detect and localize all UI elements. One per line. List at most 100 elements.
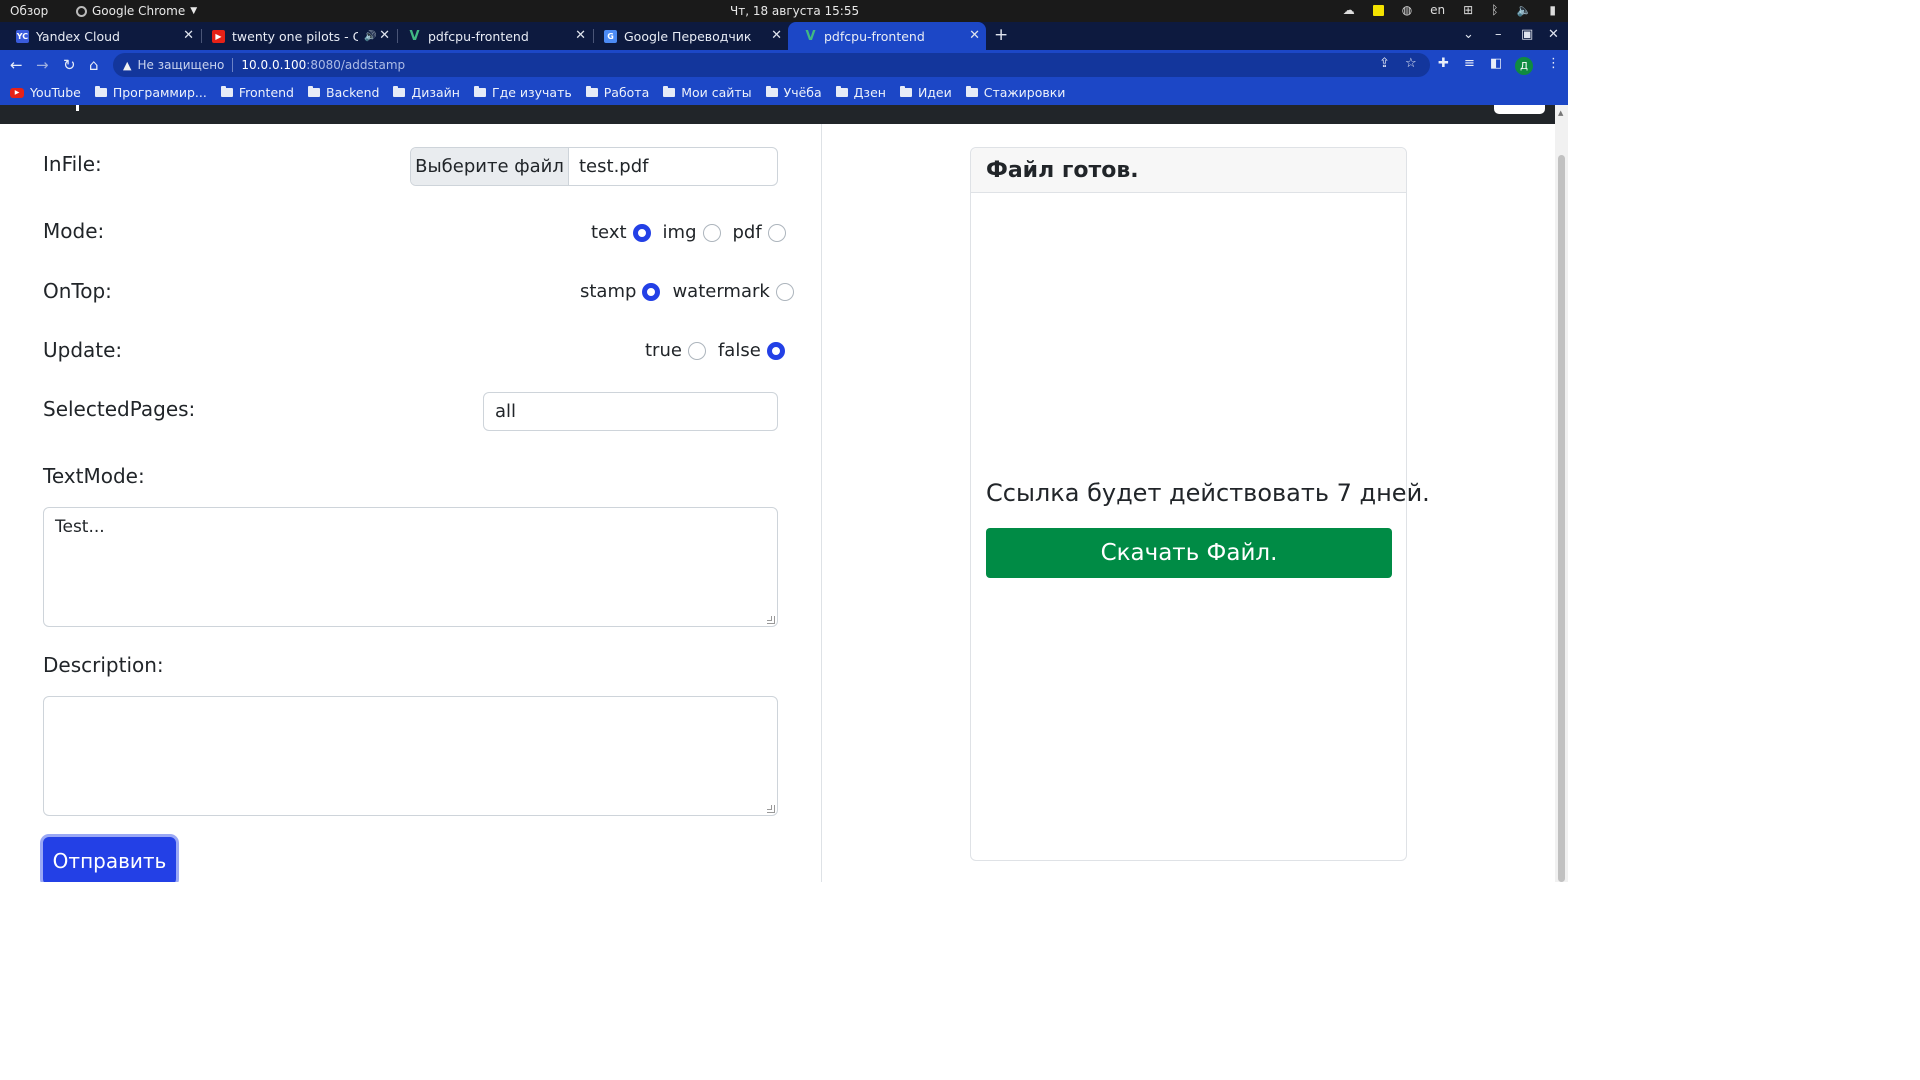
restore-icon[interactable]: ▣ [1521, 27, 1533, 42]
youtube-icon: ▶ [212, 29, 225, 43]
clock[interactable]: Чт, 18 августа 15:55 [730, 4, 859, 18]
radio-button-checked[interactable] [766, 341, 785, 360]
tab-search-icon[interactable]: ⌄ [1463, 27, 1474, 42]
update-option-true[interactable]: true [645, 340, 706, 361]
caret-down-icon: ▼ [190, 6, 198, 16]
mode-option-pdf[interactable]: pdf [733, 222, 786, 243]
close-icon[interactable]: ✕ [771, 28, 782, 43]
submit-button[interactable]: Отправить [43, 837, 176, 882]
url-path: :8080/addstamp [306, 58, 406, 72]
radio-button[interactable] [702, 223, 721, 242]
bookmark-folder[interactable]: Идеи [899, 85, 952, 100]
close-icon[interactable]: ✕ [969, 28, 980, 43]
tab-title: Yandex Cloud [36, 28, 120, 44]
bookmark-folder[interactable]: Учёба [765, 85, 822, 100]
radio-button-checked[interactable] [632, 223, 651, 242]
bookmark-folder[interactable]: Работа [585, 85, 649, 100]
tab-pdfcpu-active[interactable]: V pdfcpu-frontend ✕ [788, 22, 986, 50]
update-label: Update: [43, 338, 123, 362]
bookmark-folder[interactable]: Frontend [220, 85, 294, 100]
file-input[interactable]: Выберите файл test.pdf [410, 147, 778, 186]
bookmark-folder[interactable]: Backend [308, 85, 379, 100]
security-status[interactable]: Не защищено [137, 58, 224, 72]
bookmark-folder[interactable]: Программир... [94, 85, 207, 100]
new-tab-icon[interactable]: + [994, 25, 1008, 45]
globe-icon[interactable]: ◍ [1402, 3, 1412, 17]
extensions-icon[interactable]: ✚ [1438, 56, 1449, 71]
bookmark-youtube[interactable]: ▶ YouTube [10, 85, 81, 100]
navbar-toggler[interactable] [1494, 105, 1545, 114]
bluetooth-icon[interactable]: ᛒ [1491, 3, 1498, 17]
google-translate-icon: G [604, 29, 617, 43]
file-name: test.pdf [579, 156, 649, 177]
update-option-false[interactable]: false [718, 340, 785, 361]
folder-icon [765, 86, 778, 97]
bookmark-folder[interactable]: Стажировки [965, 85, 1065, 100]
network-icon[interactable]: ⊞ [1463, 3, 1473, 17]
radio-button[interactable] [775, 282, 794, 301]
radio-button-checked[interactable] [642, 282, 661, 301]
resize-handle-icon[interactable] [767, 616, 775, 624]
forward-icon[interactable]: → [36, 56, 49, 74]
tab-google-translate[interactable]: G Google Переводчик ✕ [588, 22, 788, 50]
resize-handle-icon[interactable] [767, 805, 775, 813]
bookmark-label: Дизайн [411, 85, 460, 100]
bookmarks-bar: ▶ YouTube Программир... Frontend Backend … [0, 80, 1568, 105]
side-panel-icon[interactable]: ◧ [1490, 56, 1502, 71]
ontop-option-watermark[interactable]: watermark [672, 281, 794, 302]
minimize-icon[interactable]: – [1495, 27, 1502, 42]
warning-icon[interactable]: ▲ [123, 59, 131, 72]
page-scrollbar[interactable]: ▲ [1555, 105, 1568, 882]
bookmark-folder[interactable]: Мои сайты [663, 85, 752, 100]
more-menu-icon[interactable]: ⋮ [1547, 56, 1560, 71]
ontop-option-stamp[interactable]: stamp [580, 281, 661, 302]
audio-icon[interactable]: 🔊 [364, 31, 376, 42]
bookmark-label: YouTube [30, 85, 81, 100]
weather-icon[interactable]: ☁ [1343, 3, 1355, 17]
scroll-up-icon[interactable]: ▲ [1558, 109, 1563, 117]
close-icon[interactable]: ✕ [183, 28, 194, 43]
activities-overview[interactable]: Обзор [10, 4, 48, 18]
address-bar[interactable]: ▲ Не защищено 10.0.0.100 :8080/addstamp … [113, 53, 1430, 77]
keyboard-layout[interactable]: en [1430, 3, 1445, 17]
profile-avatar[interactable]: Д [1515, 57, 1533, 75]
mode-option-img[interactable]: img [663, 222, 721, 243]
tab-strip: YC Yandex Cloud ✕ ▶ twenty one pilots - … [0, 22, 1568, 50]
textmode-value: Test... [55, 517, 105, 537]
bookmark-folder[interactable]: Дзен [835, 85, 886, 100]
app-menu[interactable]: Google Chrome ▼ [76, 4, 197, 18]
reading-list-icon[interactable]: ≡ [1464, 56, 1475, 71]
back-icon[interactable]: ← [10, 56, 23, 74]
close-icon[interactable]: ✕ [379, 28, 390, 43]
url-host: 10.0.0.100 [241, 58, 307, 72]
textmode-textarea[interactable]: Test... [43, 507, 778, 627]
download-file-button[interactable]: Скачать Файл. [986, 528, 1392, 578]
bookmark-folder[interactable]: Дизайн [393, 85, 460, 100]
youtube-icon: ▶ [10, 87, 24, 98]
choose-file-button[interactable]: Выберите файл [411, 148, 569, 185]
tab-youtube[interactable]: ▶ twenty one pilots - Chl 🔊 ✕ [196, 22, 396, 50]
star-icon[interactable]: ☆ [1405, 56, 1417, 71]
home-icon[interactable]: ⌂ [89, 56, 99, 74]
bookmark-folder[interactable]: Где изучать [473, 85, 572, 100]
description-textarea[interactable] [43, 696, 778, 816]
close-icon[interactable]: ✕ [575, 28, 586, 43]
tab-title: Google Переводчик [624, 28, 752, 44]
share-icon[interactable]: ⇪ [1379, 56, 1390, 71]
reload-icon[interactable]: ↻ [63, 56, 76, 74]
notes-icon[interactable] [1372, 4, 1384, 16]
mode-label: Mode: [43, 219, 105, 243]
volume-icon[interactable]: 🔈 [1516, 3, 1531, 17]
selected-pages-input[interactable]: all [483, 392, 778, 431]
scrollbar-thumb[interactable] [1558, 155, 1565, 882]
radio-button[interactable] [767, 223, 786, 242]
power-icon[interactable]: ▮ [1549, 3, 1556, 17]
radio-button[interactable] [687, 341, 706, 360]
radio-label: watermark [672, 281, 770, 302]
tab-yandex-cloud[interactable]: YC Yandex Cloud ✕ [0, 22, 200, 50]
window-close-icon[interactable]: ✕ [1548, 27, 1559, 42]
tab-pdfcpu-1[interactable]: V pdfcpu-frontend ✕ [392, 22, 592, 50]
radio-label: true [645, 340, 682, 361]
radio-label: false [717, 340, 761, 361]
mode-option-text[interactable]: text [591, 222, 651, 243]
